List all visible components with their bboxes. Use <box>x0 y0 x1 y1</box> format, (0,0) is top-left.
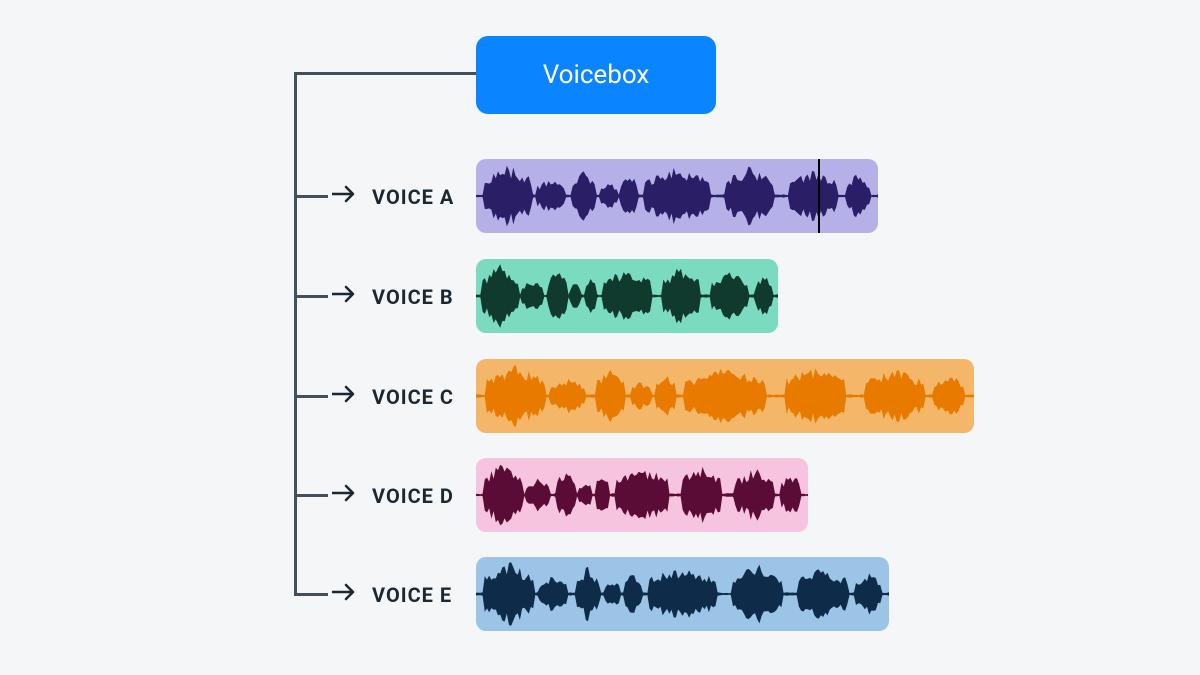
voice-label-d: VOICE D <box>332 482 454 509</box>
waveform-c <box>476 359 974 433</box>
voice-e-text: VOICE E <box>372 583 452 607</box>
arrow-icon <box>332 482 358 509</box>
voice-d-text: VOICE D <box>372 484 454 508</box>
voice-b-text: VOICE B <box>372 285 454 309</box>
arrow-icon <box>332 283 358 310</box>
voice-label-a: VOICE A <box>332 183 454 210</box>
voice-c-text: VOICE C <box>372 385 454 409</box>
playhead-a <box>818 159 820 233</box>
voice-label-e: VOICE E <box>332 581 452 608</box>
waveform-e <box>476 557 889 631</box>
connector-branch-e <box>294 593 328 596</box>
waveform-b <box>476 259 778 333</box>
diagram-stage: Voicebox VOICE A VOICE B VOICE C VOICE D <box>0 0 1200 675</box>
root-node: Voicebox <box>476 36 716 114</box>
connector-trunk-v <box>294 72 297 593</box>
voice-a-text: VOICE A <box>372 185 454 209</box>
connector-branch-a <box>294 195 328 198</box>
arrow-icon <box>332 581 358 608</box>
arrow-icon <box>332 183 358 210</box>
voice-label-b: VOICE B <box>332 283 454 310</box>
connector-branch-c <box>294 395 328 398</box>
waveform-a <box>476 159 878 233</box>
waveform-d <box>476 458 808 532</box>
connector-branch-b <box>294 295 328 298</box>
voice-label-c: VOICE C <box>332 383 454 410</box>
connector-root-h <box>294 72 476 75</box>
connector-branch-d <box>294 494 328 497</box>
waveform-svg <box>476 557 889 631</box>
waveform-svg <box>476 259 778 333</box>
root-label: Voicebox <box>543 60 650 90</box>
arrow-icon <box>332 383 358 410</box>
waveform-svg <box>476 458 808 532</box>
waveform-svg <box>476 359 974 433</box>
